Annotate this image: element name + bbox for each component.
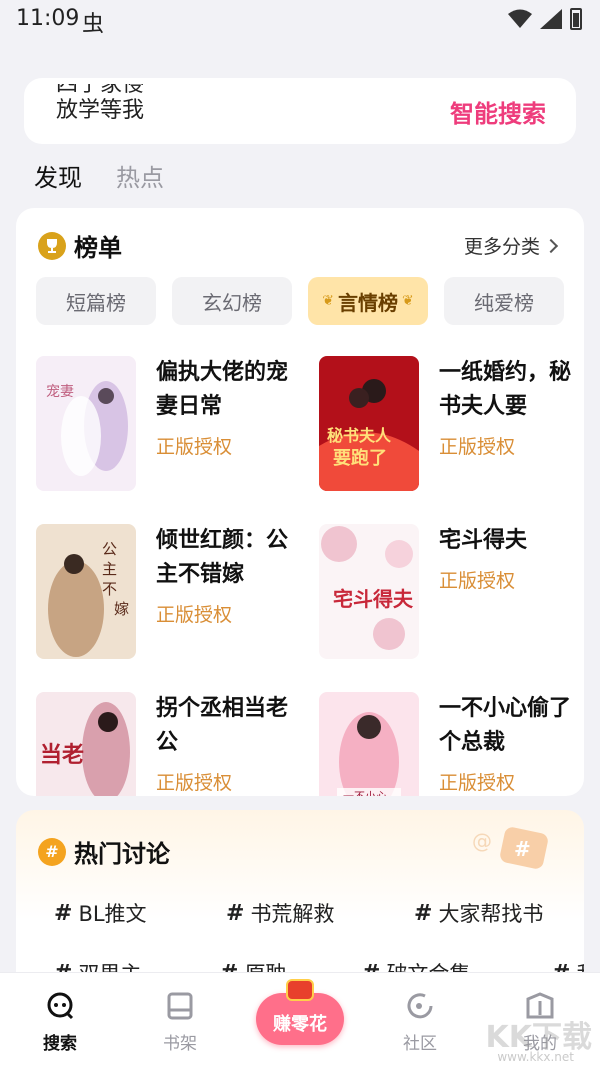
topic-chip[interactable]: # 大家帮找书 xyxy=(414,898,543,928)
tag-decoration-icon: @ # xyxy=(472,827,548,869)
book-item[interactable]: 秘书夫人 要跑了 一纸婚约，秘书夫人要 正版授权 xyxy=(319,356,579,491)
hash-glyph: # xyxy=(54,900,73,926)
smart-search-button[interactable]: 智能搜索 xyxy=(450,94,546,129)
topic-chip[interactable]: # 书荒解救 xyxy=(226,898,334,928)
topic-chip[interactable]: # BL推文 xyxy=(54,898,147,928)
ranking-card: 榜单 更多分类 短篇榜 玄幻榜 ❦ 言情榜 ❦ 纯爱榜 宠妻 偏执大佬的宠妻日常… xyxy=(16,208,584,796)
top-tabs: 发现 热点 xyxy=(34,158,164,193)
svg-text:#: # xyxy=(514,837,531,861)
chip-short[interactable]: 短篇榜 xyxy=(36,277,156,325)
search-face-icon xyxy=(47,992,74,1020)
license-tag: 正版授权 xyxy=(439,570,516,592)
book-item[interactable]: 一不小心 一不小心偷了个总裁 正版授权 xyxy=(319,692,579,796)
battery-icon xyxy=(570,8,582,30)
tab-discover[interactable]: 发现 xyxy=(34,158,82,193)
svg-text:一不小心: 一不小心 xyxy=(343,790,387,796)
book-title[interactable]: 宅斗得夫 xyxy=(439,524,579,558)
ranking-chips: 短篇榜 玄幻榜 ❦ 言情榜 ❦ 纯爱榜 xyxy=(36,277,564,325)
more-categories-label: 更多分类 xyxy=(463,236,540,258)
signal-icon xyxy=(540,9,562,29)
nav-search[interactable]: 搜索 xyxy=(20,991,100,1054)
book-item[interactable]: 宠妻 偏执大佬的宠妻日常 正版授权 xyxy=(36,356,296,491)
community-icon xyxy=(407,993,433,1019)
book-cover[interactable]: 秘书夫人 要跑了 xyxy=(319,356,419,491)
svg-text:秘书夫人: 秘书夫人 xyxy=(327,426,392,445)
book-title[interactable]: 偏执大佬的宠妻日常 xyxy=(156,356,296,424)
search-hint: 四子家侵 xyxy=(56,84,145,97)
svg-text:当老: 当老 xyxy=(40,742,84,768)
nav-label: 搜索 xyxy=(43,1034,77,1054)
hash-glyph: # xyxy=(226,900,245,926)
book-cover[interactable]: 当老 xyxy=(36,692,136,796)
ranking-title: 榜单 xyxy=(74,234,122,262)
tab-hot[interactable]: 热点 xyxy=(116,158,164,193)
status-bar: 11:09 虫 xyxy=(0,0,600,44)
topic-label: BL推文 xyxy=(78,902,147,926)
trophy-icon xyxy=(38,231,66,260)
nav-label: 社区 xyxy=(403,1034,437,1054)
nav-label: 书架 xyxy=(163,1034,197,1054)
chip-romance-label: 言情榜 xyxy=(338,290,398,315)
book-cover[interactable]: 宅斗得夫 xyxy=(319,524,419,659)
chip-fantasy[interactable]: 玄幻榜 xyxy=(172,277,292,325)
earn-pocket-money-button[interactable]: 赚零花 xyxy=(256,979,344,1045)
svg-text:要跑了: 要跑了 xyxy=(333,447,387,469)
license-tag: 正版授权 xyxy=(156,772,233,794)
book-title[interactable]: 一纸婚约，秘书夫人要 xyxy=(439,356,579,424)
red-pouch-icon xyxy=(286,979,314,1001)
search-hint-carousel[interactable]: 四子家侵 放学等我 xyxy=(56,84,256,138)
hash-icon: # xyxy=(38,837,66,866)
svg-text:嫁: 嫁 xyxy=(114,600,129,618)
book-title[interactable]: 一不小心偷了个总裁 xyxy=(439,692,579,760)
book-title[interactable]: 倾世红颜：公主不错嫁 xyxy=(156,524,296,592)
license-tag: 正版授权 xyxy=(156,436,233,458)
topic-label: 大家帮找书 xyxy=(438,902,544,926)
status-icons xyxy=(508,8,582,30)
search-hint: 放学等我 xyxy=(56,98,145,123)
license-tag: 正版授权 xyxy=(156,604,233,626)
search-bar[interactable]: 四子家侵 放学等我 智能搜索 xyxy=(24,78,576,144)
nav-bookshelf[interactable]: 书架 xyxy=(140,991,220,1054)
svg-text:公: 公 xyxy=(102,540,117,558)
status-app-icon: 虫 xyxy=(82,12,105,37)
svg-text:@: @ xyxy=(472,829,492,853)
more-categories-link[interactable]: 更多分类 xyxy=(463,232,559,259)
topic-label: 书荒解救 xyxy=(250,902,335,926)
status-time: 11:09 xyxy=(16,6,80,31)
discussion-title: 热门讨论 xyxy=(74,840,170,868)
hash-glyph: # xyxy=(414,900,433,926)
book-icon xyxy=(167,992,193,1020)
book-cover[interactable]: 宠妻 xyxy=(36,356,136,491)
earn-label: 赚零花 xyxy=(273,1014,327,1035)
wifi-icon xyxy=(508,9,532,28)
book-cover[interactable]: 一不小心 xyxy=(319,692,419,796)
book-item[interactable]: 当老 拐个丞相当老公 正版授权 xyxy=(36,692,296,796)
svg-text:主: 主 xyxy=(102,560,117,578)
watermark-url: www.kkx.net xyxy=(497,1050,574,1064)
chip-bl[interactable]: 纯爱榜 xyxy=(444,277,564,325)
chip-romance[interactable]: ❦ 言情榜 ❦ xyxy=(308,277,428,325)
license-tag: 正版授权 xyxy=(439,436,516,458)
discussion-header: # 热门讨论 xyxy=(38,834,170,869)
ranking-header: 榜单 xyxy=(38,228,122,263)
svg-text:宠妻: 宠妻 xyxy=(46,384,74,400)
book-item[interactable]: 宅斗得夫 宅斗得夫 正版授权 xyxy=(319,524,579,659)
nav-community[interactable]: 社区 xyxy=(380,991,460,1054)
book-item[interactable]: 公 主 不 嫁 倾世红颜：公主不错嫁 正版授权 xyxy=(36,524,296,659)
book-title[interactable]: 拐个丞相当老公 xyxy=(156,692,296,760)
book-cover[interactable]: 公 主 不 嫁 xyxy=(36,524,136,659)
svg-text:宅斗得夫: 宅斗得夫 xyxy=(333,587,414,611)
laurel-icon: ❦ xyxy=(322,293,334,309)
laurel-icon: ❦ xyxy=(402,293,414,309)
chevron-right-icon xyxy=(543,238,559,253)
license-tag: 正版授权 xyxy=(439,772,516,794)
svg-text:不: 不 xyxy=(102,580,117,598)
